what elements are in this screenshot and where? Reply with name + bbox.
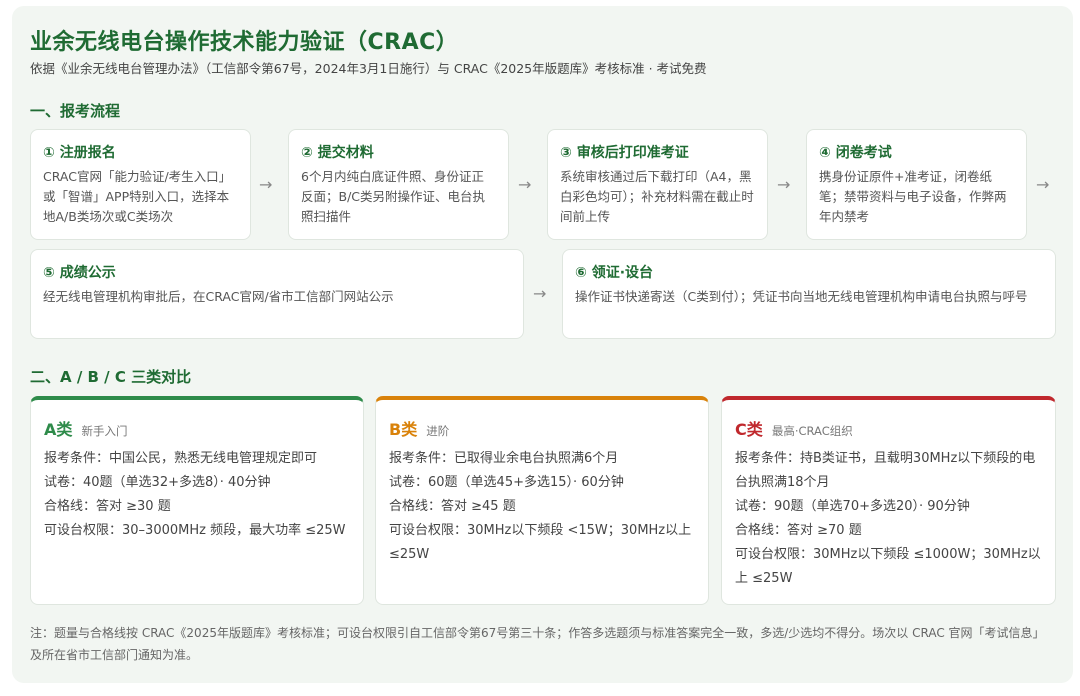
step-certificate: ⑥ 领证·设台 操作证书快递寄送（C类到付）；凭证书向当地无线电管理机构申请电台…	[562, 249, 1056, 339]
card-class-b: B类 进阶 报考条件：已取得业余电台执照满6个月 试卷：60题（单选45+多选1…	[375, 396, 709, 605]
step-results: ⑤ 成绩公示 经无线电管理机构审批后，在CRAC官网/省市工信部门网站公示	[30, 249, 524, 339]
arrow-icon: →	[518, 175, 532, 194]
card-requirement: 报考条件：已取得业余电台执照满6个月	[389, 451, 619, 466]
step-body: 6个月内纯白底证件照、身份证正反面；B/C类另附操作证、电台执照扫描件	[301, 169, 486, 224]
card-name: B类	[389, 420, 418, 439]
step-print-admission: ③ 审核后打印准考证 系统审核通过后下载打印（A4，黑白彩色均可）；补充材料需在…	[547, 129, 768, 240]
step-body: CRAC官网「能力验证/考生入口」或「智谱」APP特别入口，选择本地A/B类场次…	[43, 169, 232, 224]
step-title: ② 提交材料	[301, 145, 374, 161]
page-title: 业余无线电台操作技术能力验证（CRAC）	[30, 30, 459, 55]
card-tag: 进阶	[426, 424, 450, 438]
card-tag: 新手入门	[81, 424, 128, 438]
step-body: 携身份证原件+准考证，闭卷纸笔；禁带资料与电子设备，作弊两年内禁考	[819, 169, 1007, 224]
step-title: ① 注册报名	[43, 145, 116, 161]
step-register: ① 注册报名 CRAC官网「能力验证/考生入口」或「智谱」APP特别入口，选择本…	[30, 129, 251, 240]
arrow-icon: →	[1036, 175, 1050, 194]
compare-heading: 二、A / B / C 三类对比	[30, 368, 192, 386]
arrow-icon: →	[533, 284, 547, 303]
arrow-icon: →	[777, 175, 791, 194]
card-permission: 可设台权限：30MHz以下频段 ≤1000W；30MHz以上 ≤25W	[735, 547, 1041, 586]
step-title: ③ 审核后打印准考证	[560, 145, 689, 161]
step-title: ⑥ 领证·设台	[575, 265, 654, 281]
card-tag: 最高·CRAC组织	[771, 424, 853, 438]
step-exam: ④ 闭卷考试 携身份证原件+准考证，闭卷纸笔；禁带资料与电子设备，作弊两年内禁考	[806, 129, 1027, 240]
footnote: 注：题量与合格线按 CRAC《2025年版题库》考核标准；可设台权限引自工信部令…	[30, 626, 1045, 662]
step-submit-materials: ② 提交材料 6个月内纯白底证件照、身份证正反面；B/C类另附操作证、电台执照扫…	[288, 129, 509, 240]
step-body: 经无线电管理机构审批后，在CRAC官网/省市工信部门网站公示	[43, 289, 394, 304]
card-class-c: C类 最高·CRAC组织 报考条件：持B类证书，且载明30MHz以下频段的电台执…	[721, 396, 1056, 605]
card-permission: 可设台权限：30MHz以下频段 <15W；30MHz以上 ≤25W	[389, 523, 692, 562]
card-requirement: 报考条件：中国公民，熟悉无线电管理规定即可	[44, 451, 318, 466]
card-pass-line: 合格线：答对 ≥30 题	[44, 499, 171, 514]
card-class-a: A类 新手入门 报考条件：中国公民，熟悉无线电管理规定即可 试卷：40题（单选3…	[30, 396, 364, 605]
card-permission: 可设台权限：30–3000MHz 频段，最大功率 ≤25W	[44, 523, 346, 538]
card-requirement: 报考条件：持B类证书，且载明30MHz以下频段的电台执照满18个月	[735, 451, 1036, 490]
arrow-icon: →	[259, 175, 273, 194]
card-paper: 试卷：40题（单选32+多选8）· 40分钟	[44, 475, 271, 490]
process-heading: 一、报考流程	[30, 102, 121, 120]
step-title: ④ 闭卷考试	[819, 145, 892, 161]
card-name: A类	[44, 420, 73, 439]
step-body: 系统审核通过后下载打印（A4，黑白彩色均可）；补充材料需在截止时间前上传	[560, 169, 754, 224]
card-pass-line: 合格线：答对 ≥70 题	[735, 523, 862, 538]
card-name: C类	[735, 420, 763, 439]
step-body: 操作证书快递寄送（C类到付）；凭证书向当地无线电管理机构申请电台执照与呼号	[575, 289, 1028, 304]
card-paper: 试卷：60题（单选45+多选15）· 60分钟	[389, 475, 624, 490]
card-pass-line: 合格线：答对 ≥45 题	[389, 499, 516, 514]
page-subtitle: 依据《业余无线电台管理办法》（工信部令第67号，2024年3月1日施行）与 CR…	[30, 61, 707, 76]
card-paper: 试卷：90题（单选70+多选20）· 90分钟	[735, 499, 970, 514]
step-title: ⑤ 成绩公示	[43, 265, 116, 281]
